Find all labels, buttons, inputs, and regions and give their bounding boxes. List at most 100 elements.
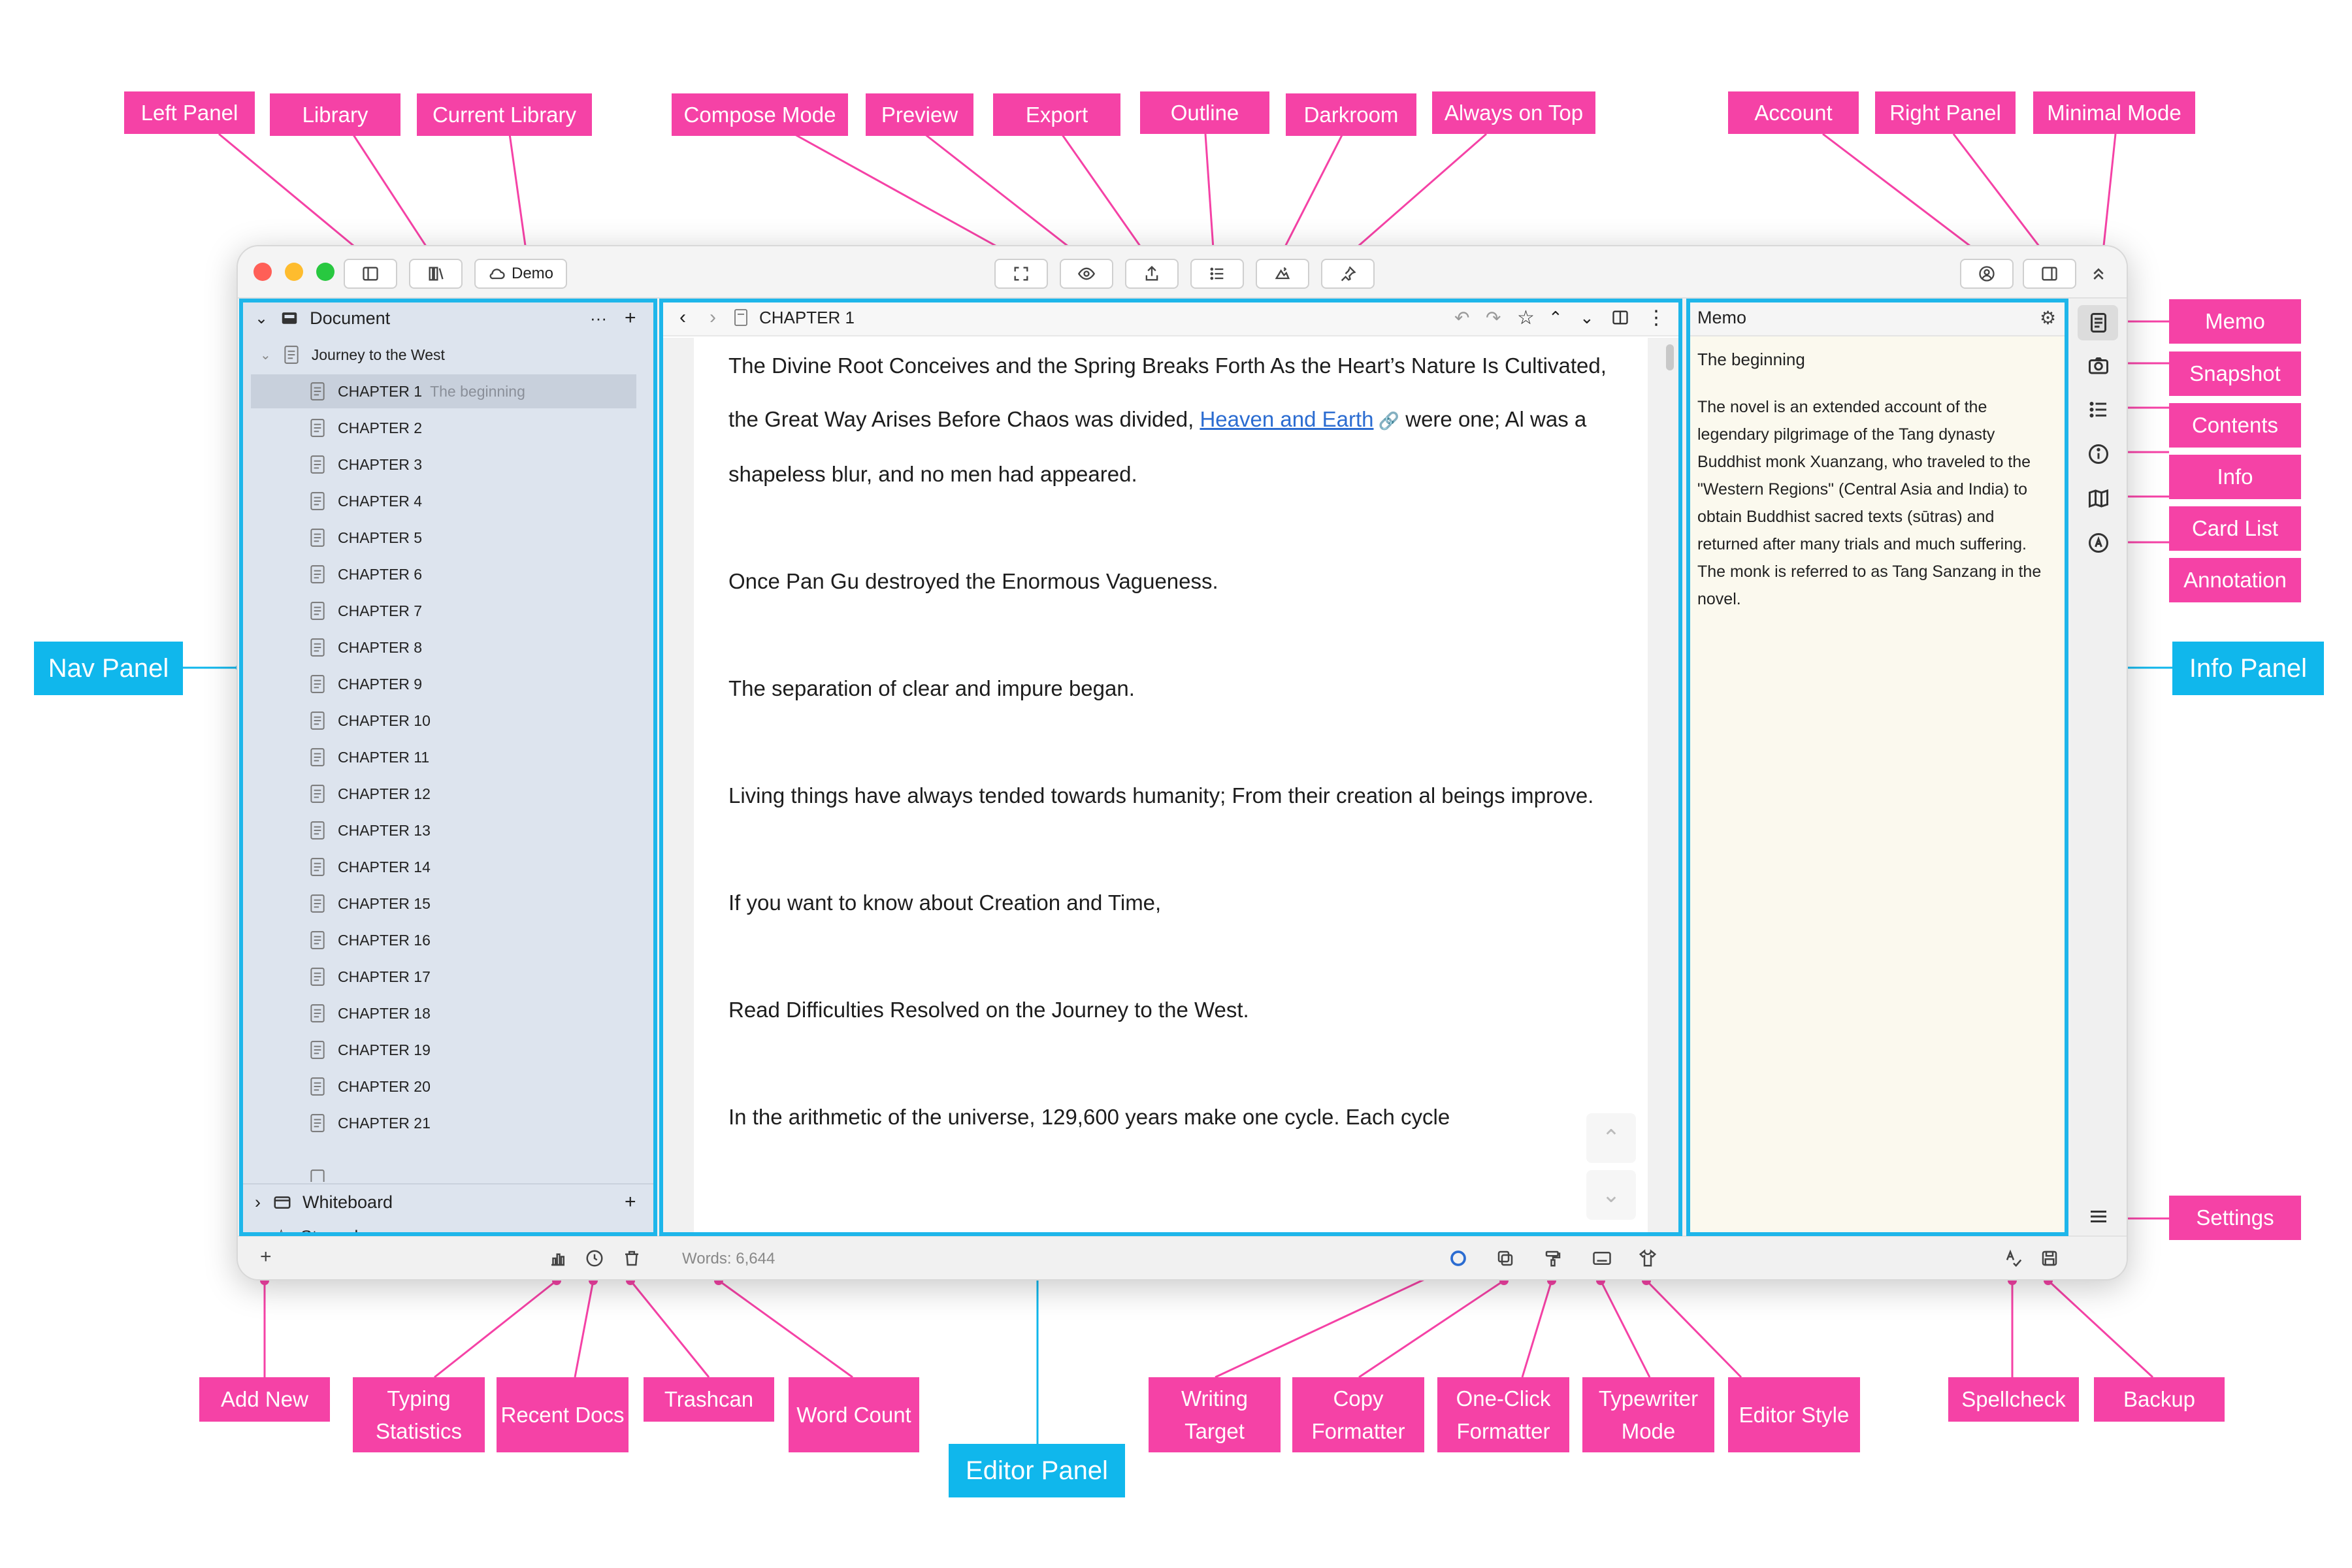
chapter-item[interactable]: CHAPTER 10 bbox=[251, 704, 636, 738]
chapter-item[interactable]: CHAPTER 12 bbox=[251, 777, 636, 811]
always-on-top-button[interactable] bbox=[1321, 259, 1375, 289]
chevron-right-icon[interactable]: › bbox=[255, 1192, 261, 1213]
whiteboard-section[interactable]: › Whiteboard + bbox=[240, 1183, 655, 1220]
chapter-item[interactable]: CHAPTER 5 bbox=[251, 521, 636, 555]
library-button[interactable] bbox=[409, 259, 463, 289]
chapter-label: CHAPTER 7 bbox=[338, 602, 423, 619]
chapter-item[interactable]: CHAPTER 9 bbox=[251, 667, 636, 701]
document-section-header[interactable]: ⌄ Document ··· + bbox=[240, 300, 655, 336]
paint-roller-icon[interactable] bbox=[1543, 1249, 1563, 1268]
contents-list-icon[interactable] bbox=[2087, 398, 2110, 421]
spellcheck-icon[interactable] bbox=[2004, 1249, 2023, 1268]
account-button[interactable] bbox=[1960, 259, 2014, 289]
chevron-down-icon[interactable]: ⌄ bbox=[1580, 308, 1594, 328]
chapter-item[interactable]: CHAPTER 17 bbox=[251, 960, 636, 994]
forward-arrow-icon[interactable]: › bbox=[710, 306, 716, 329]
close-window-button[interactable] bbox=[253, 263, 272, 281]
editor-paragraph: In the arithmetic of the universe, 129,6… bbox=[728, 1105, 1450, 1129]
chapter-label: CHAPTER 15 bbox=[338, 894, 431, 912]
undo-icon[interactable]: ↶ bbox=[1454, 307, 1469, 329]
heaven-and-earth-link[interactable]: Heaven and Earth bbox=[1200, 407, 1373, 431]
shirt-icon[interactable] bbox=[1638, 1249, 1658, 1268]
writing-target-ring-icon[interactable] bbox=[1448, 1249, 1468, 1268]
cloud-icon bbox=[489, 269, 505, 280]
memo-text[interactable]: The novel is an extended account of the … bbox=[1687, 370, 2066, 613]
left-panel-button[interactable] bbox=[344, 259, 397, 289]
chapter-item-partial[interactable] bbox=[309, 1169, 338, 1182]
memo-icon[interactable] bbox=[2087, 311, 2110, 335]
compose-mode-button[interactable] bbox=[994, 259, 1048, 289]
scroll-up-button[interactable]: ⌃ bbox=[1586, 1113, 1636, 1163]
current-library-button[interactable]: Demo bbox=[474, 259, 567, 289]
chapter-item[interactable]: CHAPTER 18 bbox=[251, 996, 636, 1030]
add-new-button[interactable]: + bbox=[260, 1246, 272, 1268]
chevron-down-icon[interactable]: ⌄ bbox=[260, 347, 271, 363]
trash-icon[interactable] bbox=[622, 1249, 642, 1268]
word-count[interactable]: Words: 6,644 bbox=[682, 1250, 775, 1268]
clock-icon[interactable] bbox=[585, 1249, 604, 1268]
whiteboard-add-button[interactable]: + bbox=[625, 1191, 636, 1213]
minimal-mode-button[interactable] bbox=[2088, 263, 2112, 287]
memo-title[interactable]: The beginning bbox=[1687, 336, 2066, 370]
label-library: Library bbox=[270, 93, 400, 136]
nav-panel: ⌄ Document ··· + ⌄ Journey to the West C… bbox=[240, 300, 655, 1248]
camera-icon[interactable] bbox=[2087, 353, 2110, 377]
chapter-item[interactable]: CHAPTER 21 bbox=[251, 1106, 636, 1140]
keyboard-icon[interactable] bbox=[1592, 1249, 1612, 1268]
outline-button[interactable] bbox=[1190, 259, 1244, 289]
map-icon[interactable] bbox=[2087, 487, 2110, 510]
editor-content[interactable]: The Divine Root Conceives and the Spring… bbox=[728, 339, 1637, 1198]
chapter-label: CHAPTER 6 bbox=[338, 565, 423, 583]
more-vertical-icon[interactable]: ⋮ bbox=[1646, 306, 1666, 329]
annotation-icon[interactable] bbox=[2087, 531, 2110, 555]
expand-icon bbox=[1014, 267, 1028, 281]
scroll-down-button[interactable]: ⌄ bbox=[1586, 1170, 1636, 1220]
hamburger-menu-icon[interactable] bbox=[2087, 1205, 2110, 1228]
chapter-item[interactable]: CHAPTER 2 bbox=[251, 411, 636, 445]
whiteboard-icon bbox=[274, 1196, 291, 1209]
preview-button[interactable] bbox=[1060, 259, 1113, 289]
chapter-item[interactable]: CHAPTER 13 bbox=[251, 813, 636, 847]
chapter-item[interactable]: CHAPTER 20 bbox=[251, 1070, 636, 1103]
minimize-window-button[interactable] bbox=[285, 263, 303, 281]
tree-root-document[interactable]: ⌄ Journey to the West bbox=[260, 338, 445, 372]
copy-icon[interactable] bbox=[1495, 1249, 1515, 1268]
editor-panel[interactable]: ‹ › CHAPTER 1 ↶ ↷ ☆ ⌃ ⌄ ⋮ The Divine Roo… bbox=[660, 300, 1680, 1235]
chapter-item[interactable]: CHAPTER 8 bbox=[251, 630, 636, 664]
gear-icon[interactable]: ⚙ bbox=[2040, 307, 2056, 329]
back-arrow-icon[interactable]: ‹ bbox=[679, 306, 686, 329]
chevron-up-icon[interactable]: ⌃ bbox=[1548, 308, 1563, 328]
info-icon[interactable] bbox=[2087, 442, 2110, 466]
editor-breadcrumb[interactable]: CHAPTER 1 bbox=[759, 308, 855, 328]
zoom-window-button[interactable] bbox=[316, 263, 335, 281]
document-icon bbox=[310, 529, 325, 547]
chapter-item[interactable]: CHAPTER 14 bbox=[251, 850, 636, 884]
export-button[interactable] bbox=[1125, 259, 1179, 289]
chapter-item[interactable]: CHAPTER 16 bbox=[251, 923, 636, 957]
editor-header: ‹ › CHAPTER 1 ↶ ↷ ☆ ⌃ ⌄ ⋮ bbox=[660, 300, 1680, 336]
redo-icon[interactable]: ↷ bbox=[1486, 307, 1501, 329]
label-minimal-mode: Minimal Mode bbox=[2033, 91, 2195, 134]
star-icon[interactable]: ☆ bbox=[1517, 306, 1535, 329]
chapter-item[interactable]: CHAPTER 1 The beginning bbox=[251, 374, 636, 408]
document-icon bbox=[310, 565, 325, 583]
chapter-item[interactable]: CHAPTER 19 bbox=[251, 1033, 636, 1067]
chapter-item[interactable]: CHAPTER 15 bbox=[251, 887, 636, 921]
right-panel-button[interactable] bbox=[2023, 259, 2076, 289]
chapter-item[interactable]: CHAPTER 3 bbox=[251, 448, 636, 482]
document-icon bbox=[310, 748, 325, 766]
label-right-panel: Right Panel bbox=[1875, 91, 2016, 134]
bar-chart-icon[interactable] bbox=[548, 1249, 568, 1268]
editor-scrollbar[interactable] bbox=[1666, 344, 1674, 370]
chapter-item[interactable]: CHAPTER 4 bbox=[251, 484, 636, 518]
label-copy-formatter: Copy Formatter bbox=[1292, 1377, 1424, 1452]
split-view-icon[interactable] bbox=[1611, 308, 1629, 327]
chapter-item[interactable]: CHAPTER 7 bbox=[251, 594, 636, 628]
backup-save-icon[interactable] bbox=[2040, 1249, 2059, 1268]
document-add-button[interactable]: + bbox=[625, 307, 636, 329]
darkroom-button[interactable] bbox=[1256, 259, 1309, 289]
chevron-down-icon[interactable]: ⌄ bbox=[255, 309, 268, 328]
chapter-item[interactable]: CHAPTER 6 bbox=[251, 557, 636, 591]
document-more-button[interactable]: ··· bbox=[590, 308, 607, 329]
chapter-item[interactable]: CHAPTER 11 bbox=[251, 740, 636, 774]
